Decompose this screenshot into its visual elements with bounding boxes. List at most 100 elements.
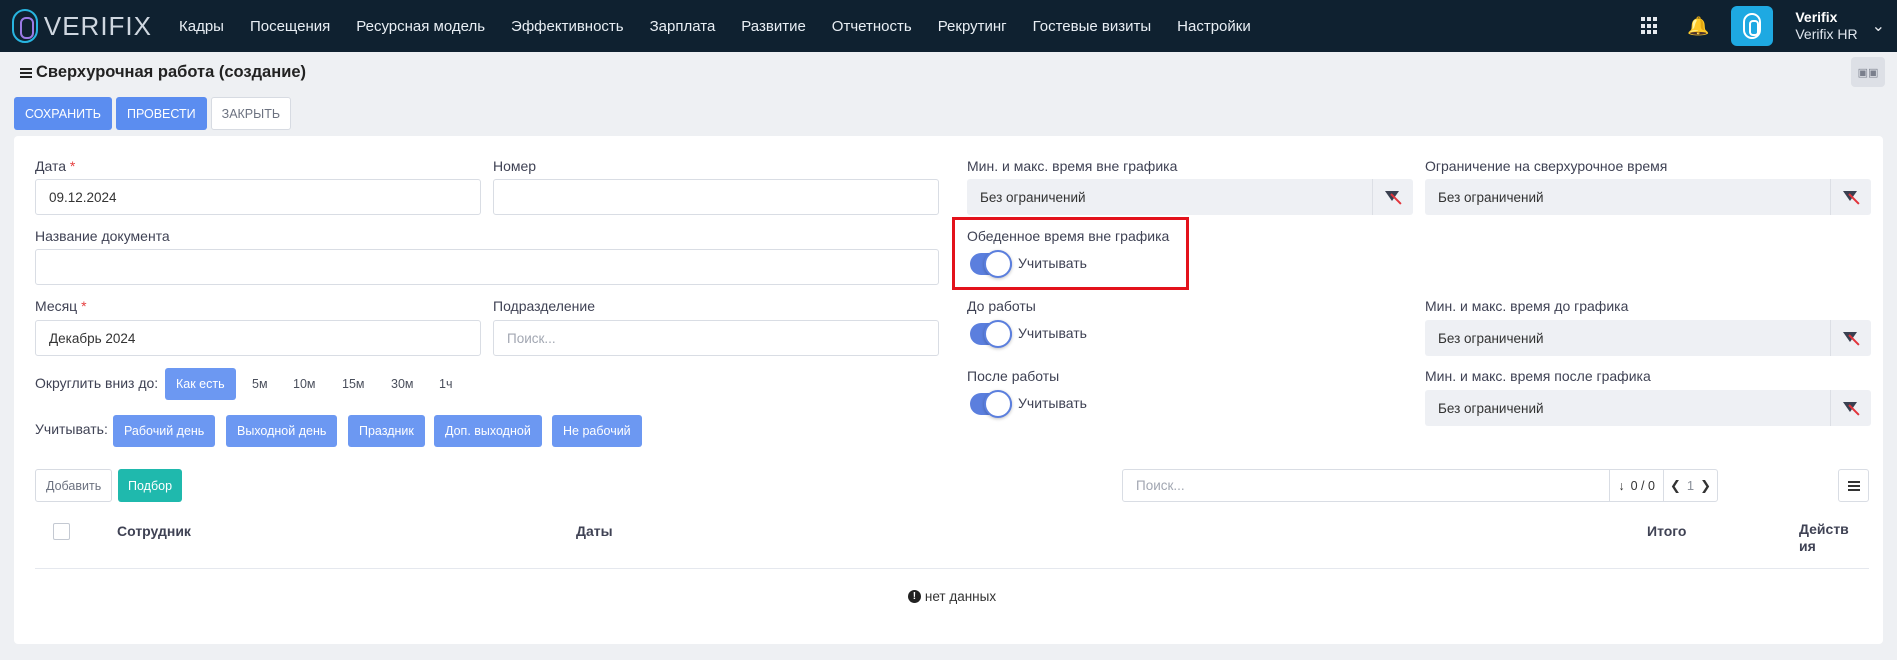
filter-clear-button[interactable] bbox=[1372, 179, 1413, 215]
user-menu[interactable]: Verifix Verifix HR bbox=[1795, 9, 1857, 43]
logo-text: VERIFIX bbox=[43, 10, 152, 41]
record-count-value: 0 / 0 bbox=[1630, 478, 1655, 493]
date-label: Дата * bbox=[35, 158, 76, 174]
filter-clear-icon bbox=[1843, 190, 1859, 204]
count-option-dayoff[interactable]: Выходной день bbox=[226, 415, 338, 447]
notification-bell-icon[interactable]: 🔔 bbox=[1687, 16, 1709, 37]
top-right-controls: 🔔 Verifix Verifix HR ⌄ bbox=[1640, 0, 1897, 52]
count-option-nonworking[interactable]: Не рабочий bbox=[552, 415, 642, 447]
min-max-after-select[interactable]: Без ограничений bbox=[1425, 390, 1871, 426]
app-logo[interactable]: VERIFIX bbox=[12, 9, 152, 43]
column-actions-line2: ия bbox=[1799, 538, 1816, 554]
before-work-toggle-label: Учитывать bbox=[1018, 325, 1087, 341]
column-dates[interactable]: Даты bbox=[576, 523, 613, 539]
nav-item-salary[interactable]: Зарплата bbox=[637, 18, 729, 35]
column-actions: Действ ия bbox=[1799, 521, 1849, 555]
filter-clear-button[interactable] bbox=[1830, 179, 1871, 215]
table-search-input[interactable]: Поиск... bbox=[1123, 470, 1609, 501]
number-field[interactable] bbox=[493, 179, 939, 215]
post-button[interactable]: ПРОВЕСТИ bbox=[115, 97, 207, 130]
month-field[interactable]: Декабрь 2024 bbox=[35, 320, 481, 356]
filter-clear-icon bbox=[1843, 401, 1859, 415]
after-work-label: После работы bbox=[967, 368, 1060, 384]
toggle-knob bbox=[984, 320, 1012, 348]
min-max-outside-select[interactable]: Без ограничений bbox=[967, 179, 1413, 215]
department-label: Подразделение bbox=[493, 298, 596, 314]
empty-text: нет данных bbox=[924, 588, 997, 604]
chevron-down-icon[interactable]: ⌄ bbox=[1872, 16, 1885, 36]
nav-item-development[interactable]: Развитие bbox=[728, 18, 819, 35]
nav-item-efficiency[interactable]: Эффективность bbox=[498, 18, 637, 35]
nav-item-poseshcheniya[interactable]: Посещения bbox=[237, 18, 343, 35]
round-option-1h[interactable]: 1ч bbox=[428, 368, 463, 400]
filter-clear-icon bbox=[1843, 331, 1859, 345]
list-icon bbox=[1847, 479, 1860, 493]
highlight-box bbox=[952, 217, 1189, 290]
min-max-after-value: Без ограничений bbox=[1438, 400, 1544, 416]
user-company: Verifix HR bbox=[1795, 26, 1858, 42]
min-max-before-label: Мин. и макс. время до графика bbox=[1425, 298, 1629, 314]
language-switch-icon[interactable]: ▣▣ bbox=[1851, 57, 1885, 87]
month-label: Месяц * bbox=[35, 298, 87, 314]
arrow-down-icon[interactable]: ↓ bbox=[1618, 479, 1624, 493]
page-title-text: Сверхурочная работа (создание) bbox=[36, 63, 307, 81]
column-settings-button[interactable] bbox=[1838, 469, 1869, 502]
action-buttons: СОХРАНИТЬ ПРОВЕСТИ ЗАКРЫТЬ bbox=[14, 97, 292, 130]
add-button[interactable]: Добавить bbox=[35, 469, 113, 502]
min-max-outside-value: Без ограничений bbox=[980, 189, 1086, 205]
overtime-limit-select[interactable]: Без ограничений bbox=[1425, 179, 1871, 215]
page-number: 1 bbox=[1686, 478, 1695, 493]
menu-icon[interactable] bbox=[20, 66, 32, 80]
apps-grid-icon[interactable] bbox=[1640, 17, 1659, 35]
nav-item-recruiting[interactable]: Рекрутинг bbox=[925, 18, 1020, 35]
after-work-toggle[interactable] bbox=[970, 390, 1012, 418]
column-employee[interactable]: Сотрудник bbox=[117, 523, 191, 539]
table-search: Поиск... ↓ 0 / 0 ❮ 1 ❯ bbox=[1122, 469, 1718, 502]
select-all-checkbox[interactable] bbox=[53, 523, 70, 540]
column-total[interactable]: Итого bbox=[1647, 523, 1686, 539]
department-search-input[interactable]: Поиск... bbox=[493, 320, 939, 356]
after-work-toggle-label: Учитывать bbox=[1018, 395, 1087, 411]
record-count: ↓ 0 / 0 bbox=[1610, 470, 1664, 501]
page-nav: ❮ 1 ❯ bbox=[1664, 478, 1717, 494]
doc-name-field[interactable] bbox=[35, 249, 939, 285]
count-label: Учитывать: bbox=[35, 421, 108, 437]
round-label: Округлить вниз до: bbox=[35, 375, 159, 391]
before-work-label: До работы bbox=[967, 298, 1036, 314]
doc-name-label: Название документа bbox=[35, 228, 170, 244]
filter-clear-button[interactable] bbox=[1830, 320, 1871, 356]
chevron-right-icon[interactable]: ❯ bbox=[1700, 478, 1711, 494]
nav-item-guest-visits[interactable]: Гостевые визиты bbox=[1020, 18, 1165, 35]
nav-item-reports[interactable]: Отчетность bbox=[819, 18, 925, 35]
pick-button[interactable]: Подбор bbox=[118, 469, 183, 502]
nav-item-kadry[interactable]: Кадры bbox=[166, 18, 237, 35]
round-option-5m[interactable]: 5м bbox=[241, 368, 279, 400]
nav-item-settings[interactable]: Настройки bbox=[1164, 18, 1264, 35]
toggle-knob bbox=[984, 390, 1012, 418]
nav-item-resource-model[interactable]: Ресурсная модель bbox=[343, 18, 498, 35]
count-option-workday[interactable]: Рабочий день bbox=[113, 415, 216, 447]
filter-clear-button[interactable] bbox=[1830, 390, 1871, 426]
min-max-outside-label: Мин. и макс. время вне графика bbox=[967, 158, 1178, 174]
top-navbar: VERIFIX Кадры Посещения Ресурсная модель… bbox=[0, 0, 1897, 52]
count-option-holiday[interactable]: Праздник bbox=[348, 415, 425, 447]
table-header: Сотрудник Даты Итого Действ ия bbox=[35, 511, 1869, 569]
column-actions-line1: Действ bbox=[1799, 521, 1849, 537]
table-pager: ↓ 0 / 0 ❮ 1 ❯ bbox=[1609, 470, 1717, 501]
round-option-30m[interactable]: 30м bbox=[380, 368, 425, 400]
date-field[interactable]: 09.12.2024 bbox=[35, 179, 481, 215]
round-option-10m[interactable]: 10м bbox=[282, 368, 327, 400]
close-button[interactable]: ЗАКРЫТЬ bbox=[210, 97, 292, 130]
overtime-limit-value: Без ограничений bbox=[1438, 189, 1544, 205]
user-name: Verifix bbox=[1795, 9, 1838, 25]
save-button[interactable]: СОХРАНИТЬ bbox=[14, 97, 112, 130]
min-max-before-select[interactable]: Без ограничений bbox=[1425, 320, 1871, 356]
chevron-left-icon[interactable]: ❮ bbox=[1670, 478, 1681, 494]
min-max-after-label: Мин. и макс. время после графика bbox=[1425, 368, 1651, 384]
count-option-extra-dayoff[interactable]: Доп. выходной bbox=[434, 415, 542, 447]
before-work-toggle[interactable] bbox=[970, 320, 1012, 348]
round-option-15m[interactable]: 15м bbox=[331, 368, 376, 400]
avatar[interactable] bbox=[1731, 6, 1774, 46]
round-option-as-is[interactable]: Как есть bbox=[165, 368, 236, 400]
number-label: Номер bbox=[493, 158, 537, 174]
